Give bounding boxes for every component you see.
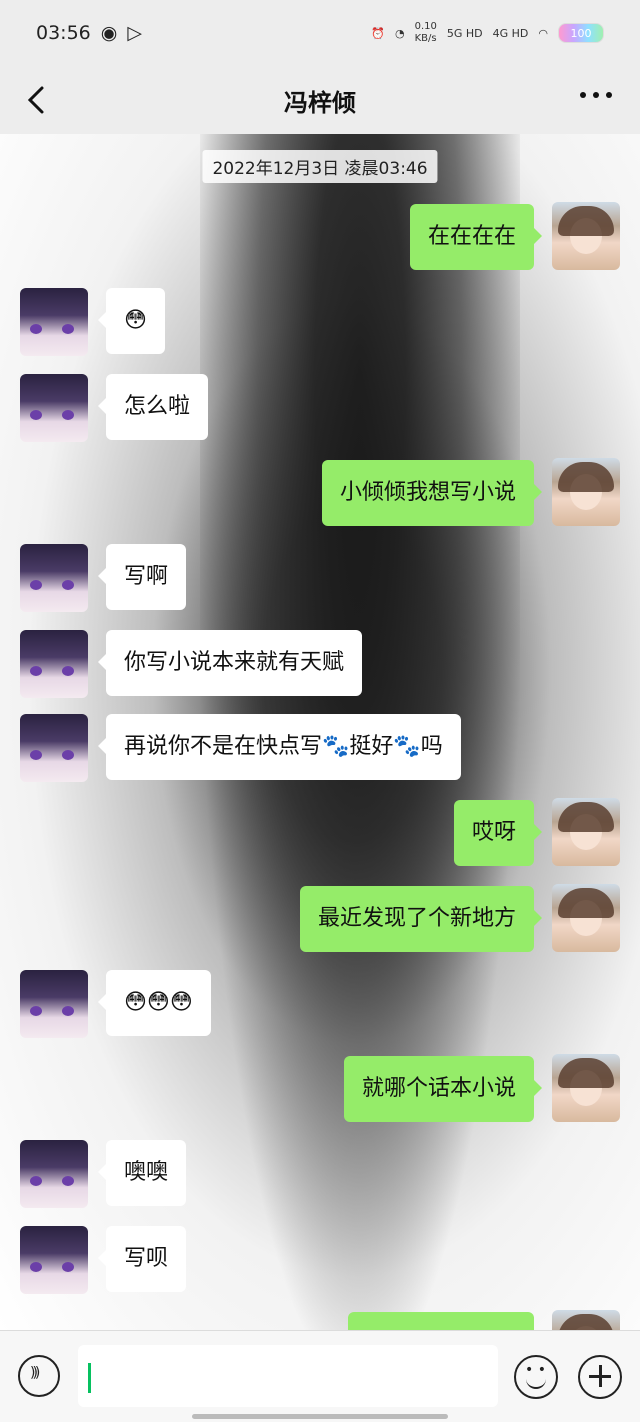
message-bubble-incoming[interactable]: 😳 <box>98 288 165 354</box>
more-dots-icon[interactable] <box>578 88 614 112</box>
message-bubble-outgoing[interactable]: 哎呀 <box>453 800 543 866</box>
message-bubble-incoming[interactable]: 写啊 <box>97 544 187 610</box>
avatar-self[interactable] <box>552 798 620 866</box>
message-bubble-outgoing[interactable]: 在在在在 <box>409 204 543 270</box>
signal-5g: 5G HD <box>446 26 483 40</box>
message-bubble-partial[interactable] <box>348 1312 534 1330</box>
avatar-contact[interactable] <box>20 288 88 356</box>
avatar-contact[interactable] <box>20 630 88 698</box>
message-bubble-incoming[interactable]: 再说你不是在快点写🐾挺好🐾吗 <box>98 714 461 780</box>
play-icon: ▷ <box>127 22 142 44</box>
avatar-contact[interactable] <box>20 1226 88 1294</box>
avatar-contact[interactable] <box>20 970 88 1038</box>
message-bubble-incoming[interactable]: 写呗 <box>97 1226 187 1292</box>
home-indicator <box>192 1414 448 1419</box>
message-timestamp: 2022年12月3日 凌晨03:46 <box>202 150 438 183</box>
speed-icon: ◔ <box>394 26 405 40</box>
status-bar: 03:56 ◉ ▷ ⏰ ◔ 0.10 KB/s 5G HD 4G HD ◠ 10… <box>0 0 640 66</box>
input-bar <box>0 1330 640 1422</box>
message-bubble-incoming[interactable]: 噢噢 <box>97 1140 187 1206</box>
signal-4g: 4G HD <box>492 26 529 40</box>
avatar-self[interactable] <box>552 1310 620 1330</box>
avatar-contact[interactable] <box>20 374 88 442</box>
voice-icon[interactable] <box>18 1355 60 1397</box>
chat-area[interactable]: 2022年12月3日 凌晨03:46 在在在在 😳 怎么啦 小倾倾我想写小说 写… <box>0 134 640 1330</box>
text-cursor <box>88 1363 91 1393</box>
avatar-contact[interactable] <box>20 1140 88 1208</box>
avatar-self[interactable] <box>552 1054 620 1122</box>
status-time: 03:56 <box>36 22 91 44</box>
wifi-icon: ◠ <box>538 26 548 40</box>
message-input[interactable] <box>78 1345 498 1407</box>
chevron-left-icon[interactable] <box>20 82 56 118</box>
avatar-self[interactable] <box>552 458 620 526</box>
chat-title: 冯梓倾 <box>284 88 356 117</box>
message-bubble-outgoing[interactable]: 就哪个话本小说 <box>343 1056 543 1122</box>
avatar-self[interactable] <box>552 202 620 270</box>
message-bubble-incoming[interactable]: 😳😳😳 <box>98 970 211 1036</box>
message-bubble-outgoing[interactable]: 小倾倾我想写小说 <box>321 460 543 526</box>
avatar-contact[interactable] <box>20 544 88 612</box>
avatar-self[interactable] <box>552 884 620 952</box>
alarm-icon: ⏰ <box>371 26 385 40</box>
emoji-icon[interactable] <box>514 1355 558 1399</box>
battery-indicator: 100 <box>558 23 604 43</box>
chat-header: 冯梓倾 <box>0 66 640 134</box>
message-bubble-outgoing[interactable]: 最近发现了个新地方 <box>299 886 543 952</box>
avatar-contact[interactable] <box>20 714 88 782</box>
message-bubble-incoming[interactable]: 怎么啦 <box>97 374 209 440</box>
network-speed: 0.10 KB/s <box>414 21 437 44</box>
message-bubble-incoming[interactable]: 你写小说本来就有天赋 <box>97 630 363 696</box>
plus-icon[interactable] <box>578 1355 622 1399</box>
wechat-icon: ◉ <box>100 22 118 44</box>
